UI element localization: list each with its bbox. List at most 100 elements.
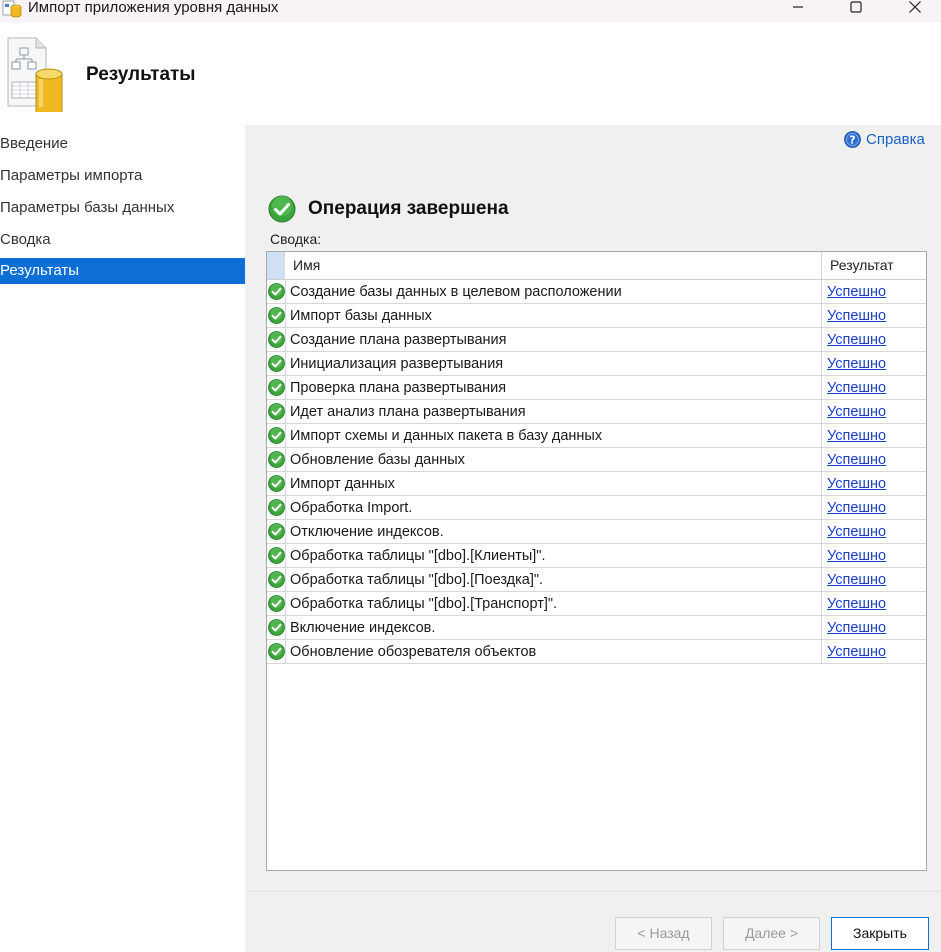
table-row[interactable]: Проверка плана развертывания Успешно (267, 376, 926, 400)
wizard-footer: < Назад Далее > Закрыть (248, 891, 941, 952)
summary-label: Сводка: (270, 231, 322, 247)
help-label: Справка (866, 131, 925, 148)
row-result-link[interactable]: Успешно (822, 496, 926, 519)
row-result-link[interactable]: Успешно (822, 568, 926, 591)
success-check-icon (268, 379, 285, 396)
success-check-icon (268, 355, 285, 372)
row-result-link[interactable]: Успешно (822, 352, 926, 375)
table-row[interactable]: Обработка Import. Успешно (267, 496, 926, 520)
status-text: Операция завершена (308, 198, 509, 219)
row-result-link[interactable]: Успешно (822, 280, 926, 303)
row-result-link[interactable]: Успешно (822, 640, 926, 663)
next-button[interactable]: Далее > (723, 917, 820, 950)
row-result-link[interactable]: Успешно (822, 520, 926, 543)
sidebar-item-import-settings[interactable]: Параметры импорта (0, 163, 245, 189)
title-bar: Импорт приложения уровня данных (0, 0, 941, 22)
column-header-result[interactable]: Результат (822, 252, 926, 279)
row-step-name: Обновление обозревателя объектов (285, 640, 822, 663)
status-banner: Операция завершена (268, 195, 509, 223)
table-row[interactable]: Импорт базы данных Успешно (267, 304, 926, 328)
table-row[interactable]: Идет анализ плана развертывания Успешно (267, 400, 926, 424)
grid-header: Имя Результат (267, 252, 926, 280)
table-row[interactable]: Импорт схемы и данных пакета в базу данн… (267, 424, 926, 448)
results-grid[interactable]: Имя Результат Создание базы данных в цел… (266, 251, 927, 871)
sidebar-item-intro[interactable]: Введение (0, 131, 245, 157)
success-check-icon (268, 451, 285, 468)
table-row[interactable]: Инициализация развертывания Успешно (267, 352, 926, 376)
row-step-name: Инициализация развертывания (285, 352, 822, 375)
table-row[interactable]: Создание базы данных в целевом расположе… (267, 280, 926, 304)
svg-text:?: ? (849, 134, 855, 147)
wizard-sidebar: Введение Параметры импорта Параметры баз… (0, 125, 245, 952)
row-step-name: Проверка плана развертывания (285, 376, 822, 399)
page-title: Результаты (86, 64, 196, 85)
maximize-button[interactable] (833, 0, 879, 22)
success-check-icon (268, 195, 296, 223)
table-row[interactable]: Импорт данных Успешно (267, 472, 926, 496)
table-row[interactable]: Создание плана развертывания Успешно (267, 328, 926, 352)
table-row[interactable]: Обработка таблицы "[dbo].[Транспорт]". Ус… (267, 592, 926, 616)
success-check-icon (268, 643, 285, 660)
row-result-link[interactable]: Успешно (822, 448, 926, 471)
table-row[interactable]: Обработка таблицы "[dbo].[Клиенты]". Успе… (267, 544, 926, 568)
row-result-link[interactable]: Успешно (822, 592, 926, 615)
help-link[interactable]: ? Справка (844, 131, 925, 148)
row-step-name: Отключение индексов. (285, 520, 822, 543)
row-step-name: Создание базы данных в целевом расположе… (285, 280, 822, 303)
back-button[interactable]: < Назад (615, 917, 712, 950)
row-step-name: Обработка таблицы "[dbo].[Транспорт]". (285, 592, 822, 615)
table-row[interactable]: Включение индексов. Успешно (267, 616, 926, 640)
main-panel: ? Справка Операция завершена Сводка: Имя… (248, 125, 941, 891)
success-check-icon (268, 499, 285, 516)
row-step-name: Импорт схемы и данных пакета в базу данн… (285, 424, 822, 447)
grid-corner (267, 252, 285, 279)
table-row[interactable]: Обновление обозревателя объектов Успешно (267, 640, 926, 664)
minimize-button[interactable] (775, 0, 821, 22)
row-result-link[interactable]: Успешно (822, 616, 926, 639)
success-check-icon (268, 283, 285, 300)
row-step-name: Создание плана развертывания (285, 328, 822, 351)
row-step-name: Обработка таблицы "[dbo].[Клиенты]". (285, 544, 822, 567)
success-check-icon (268, 523, 285, 540)
row-step-name: Обновление базы данных (285, 448, 822, 471)
row-step-name: Обработка таблицы "[dbo].[Поездка]". (285, 568, 822, 591)
close-icon (909, 1, 921, 13)
sidebar-item-database-settings[interactable]: Параметры базы данных (0, 195, 245, 221)
row-result-link[interactable]: Успешно (822, 472, 926, 495)
table-row[interactable]: Обновление базы данных Успешно (267, 448, 926, 472)
row-result-link[interactable]: Успешно (822, 328, 926, 351)
success-check-icon (268, 619, 285, 636)
success-check-icon (268, 307, 285, 324)
row-result-link[interactable]: Успешно (822, 400, 926, 423)
database-import-icon (7, 37, 63, 112)
success-check-icon (268, 427, 285, 444)
sidebar-item-results[interactable]: Результаты (0, 258, 245, 284)
row-step-name: Идет анализ плана развертывания (285, 400, 822, 423)
app-icon (2, 0, 22, 18)
row-result-link[interactable]: Успешно (822, 544, 926, 567)
success-check-icon (268, 403, 285, 420)
row-step-name: Импорт базы данных (285, 304, 822, 327)
close-window-button[interactable] (892, 0, 938, 22)
row-result-link[interactable]: Успешно (822, 376, 926, 399)
row-result-link[interactable]: Успешно (822, 424, 926, 447)
success-check-icon (268, 571, 285, 588)
help-icon: ? (844, 131, 861, 148)
minimize-icon (793, 6, 803, 8)
success-check-icon (268, 547, 285, 564)
success-check-icon (268, 595, 285, 612)
row-step-name: Обработка Import. (285, 496, 822, 519)
column-header-name[interactable]: Имя (285, 252, 822, 279)
table-row[interactable]: Обработка таблицы "[dbo].[Поездка]". Успе… (267, 568, 926, 592)
row-result-link[interactable]: Успешно (822, 304, 926, 327)
sidebar-item-summary[interactable]: Сводка (0, 227, 245, 253)
row-step-name: Включение индексов. (285, 616, 822, 639)
table-row[interactable]: Отключение индексов. Успешно (267, 520, 926, 544)
success-check-icon (268, 331, 285, 348)
close-button[interactable]: Закрыть (831, 917, 929, 950)
wizard-header: Результаты (0, 22, 941, 125)
maximize-icon (850, 1, 862, 13)
window-title: Импорт приложения уровня данных (28, 0, 279, 16)
success-check-icon (268, 475, 285, 492)
row-step-name: Импорт данных (285, 472, 822, 495)
